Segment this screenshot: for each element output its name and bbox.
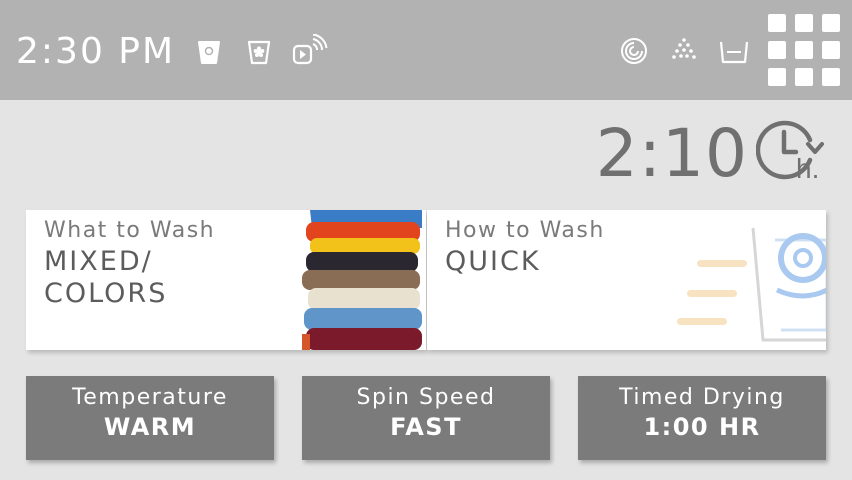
menu-grid-cell	[768, 14, 786, 32]
menu-grid-cell	[768, 41, 786, 59]
spin-speed-value: FAST	[390, 413, 462, 441]
menu-grid-cell	[822, 41, 840, 59]
clock-time: 2:30 PM	[16, 31, 176, 72]
detergent-cup-icon	[198, 41, 220, 64]
softener-cup-icon	[247, 40, 271, 65]
menu-grid-cell	[795, 41, 813, 59]
timed-drying-value: 1:00 HR	[643, 413, 761, 441]
top-status-bar: 2:30 PM	[0, 0, 852, 100]
timed-drying-button[interactable]: Timed Drying 1:00 HR	[578, 376, 826, 460]
how-to-wash-card[interactable]: How to Wash QUICK	[427, 210, 826, 350]
menu-grid-cell	[822, 14, 840, 32]
what-to-wash-label: What to Wash	[44, 218, 216, 243]
wash-swirl-icon	[621, 38, 647, 64]
folded-clothes-image	[302, 210, 426, 350]
time-remaining: 2:10	[595, 115, 748, 192]
menu-grid-cell	[795, 14, 813, 32]
menu-grid-icon[interactable]	[768, 14, 840, 86]
timed-drying-label: Timed Drying	[619, 385, 785, 410]
temperature-label: Temperature	[72, 385, 228, 410]
rinse-spray-icon	[672, 38, 696, 59]
menu-grid-cell	[795, 68, 813, 86]
spin-speed-button[interactable]: Spin Speed FAST	[302, 376, 550, 460]
how-to-wash-label: How to Wash	[445, 218, 605, 243]
what-to-wash-value: MIXED/ COLORS	[44, 246, 168, 309]
delay-hours-icon[interactable]: h.	[756, 118, 828, 186]
how-to-wash-value: QUICK	[445, 246, 541, 277]
quick-wash-graphic-icon	[677, 227, 826, 342]
spin-speed-label: Spin Speed	[356, 385, 496, 410]
what-to-wash-card[interactable]: What to Wash MIXED/ COLORS	[26, 210, 426, 350]
temperature-value: WARM	[103, 413, 197, 441]
svg-text:h.: h.	[796, 153, 819, 184]
menu-grid-cell	[822, 68, 840, 86]
temperature-button[interactable]: Temperature WARM	[26, 376, 274, 460]
menu-grid-cell	[768, 68, 786, 86]
basin-icon	[719, 41, 749, 64]
remote-start-icon	[292, 34, 328, 65]
